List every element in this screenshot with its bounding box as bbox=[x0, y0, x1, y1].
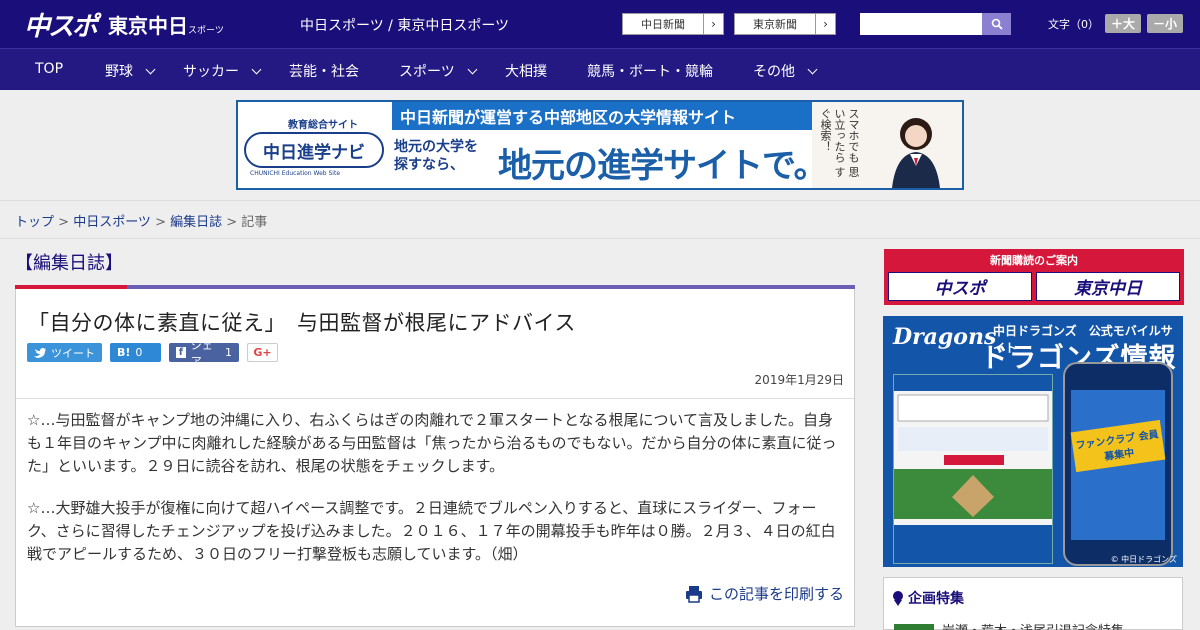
font-size-increase-button[interactable]: ＋大 bbox=[1105, 14, 1142, 33]
logo-sub: 東京中日スポーツ bbox=[108, 13, 224, 38]
banner-sub: 地元の大学を 探すなら、 bbox=[394, 139, 478, 173]
chevron-down-icon bbox=[251, 64, 262, 74]
search-input[interactable] bbox=[860, 13, 982, 35]
banner-strip: 中日新聞が運営する中部地区の大学情報サイト bbox=[392, 102, 812, 130]
dragons-mobile-ad[interactable]: Dragons 中日ドラゴンズ 公式モバイルサイト ドラゴンズ情報 ファンクラブ… bbox=[883, 316, 1183, 567]
facebook-share-button[interactable]: f シェア 1 bbox=[169, 339, 239, 368]
chevron-down-icon bbox=[467, 64, 478, 74]
chevron-down-icon bbox=[145, 64, 156, 74]
subscription-box: 新聞購読のご案内 中スポ 東京中日 bbox=[884, 249, 1184, 305]
font-size-control: 文字（0） ＋大 －小 bbox=[1048, 14, 1184, 33]
search-box bbox=[860, 13, 1011, 35]
scoreboard-image bbox=[894, 375, 1052, 563]
share-buttons: ツイート B! 0 f シェア 1 G+ bbox=[27, 339, 278, 368]
chunichi-shimbun-link[interactable]: 中日新聞 › bbox=[622, 13, 724, 35]
scoreboard-screenshot bbox=[893, 374, 1053, 564]
person-photo bbox=[892, 118, 940, 188]
nav-item-sumo[interactable]: 大相撲 bbox=[505, 61, 547, 81]
breadcrumb: トップ > 中日スポーツ > 編集日誌 > 記事 bbox=[0, 200, 1200, 239]
breadcrumb-current: 記事 bbox=[241, 215, 268, 230]
article-date: 2019年1月29日 bbox=[754, 373, 844, 387]
dragons-copyright: © 中日ドラゴンズ bbox=[1110, 555, 1177, 564]
subscribe-chuspo-button[interactable]: 中スポ bbox=[888, 272, 1032, 301]
facebook-icon: f bbox=[176, 347, 186, 358]
site-header: 中スポ 東京中日スポーツ 中日スポーツ / 東京中日スポーツ 中日新聞 › 東京… bbox=[0, 0, 1200, 48]
feature-header: 企画特集 bbox=[892, 588, 964, 608]
hatena-bookmark-button[interactable]: B! 0 bbox=[110, 343, 161, 362]
banner-brand-logo: 中日進学ナビ bbox=[244, 132, 384, 168]
banner-visual: スマホでも 思い立ったら すぐ検索！ bbox=[812, 102, 962, 188]
feature-box: 企画特集 岩瀬・荒木・浅尾引退記念特集 bbox=[883, 577, 1183, 630]
breadcrumb-link[interactable]: 中日スポーツ bbox=[73, 215, 151, 230]
font-size-decrease-button[interactable]: －小 bbox=[1147, 14, 1184, 33]
breadcrumb-link[interactable]: 編集日誌 bbox=[170, 215, 222, 230]
article: 「自分の体に素直に従え」 与田監督が根尾にアドバイス ツイート B! 0 f シ… bbox=[15, 289, 855, 627]
printer-icon bbox=[685, 585, 702, 603]
article-headline: 「自分の体に素直に従え」 与田監督が根尾にアドバイス bbox=[28, 311, 576, 335]
hatena-count: 0 bbox=[135, 346, 143, 359]
nav-item-racing[interactable]: 競馬・ボート・競輪 bbox=[587, 61, 713, 81]
nav-item-sports[interactable]: スポーツ bbox=[399, 61, 478, 81]
chevron-right-icon: › bbox=[815, 14, 835, 34]
tokyo-shimbun-link[interactable]: 東京新聞 › bbox=[734, 13, 836, 35]
hatena-icon: B! bbox=[117, 346, 131, 359]
nav-item-entertainment[interactable]: 芸能・社会 bbox=[289, 61, 359, 81]
breadcrumb-link[interactable]: トップ bbox=[15, 215, 54, 230]
banner-vertical-text: スマホでも 思い立ったら すぐ検索！ bbox=[819, 108, 860, 178]
nav-item-soccer[interactable]: サッカー bbox=[183, 61, 262, 81]
tweet-button[interactable]: ツイート bbox=[27, 343, 102, 362]
facebook-count: 1 bbox=[225, 346, 232, 359]
chevron-down-icon bbox=[807, 64, 818, 74]
search-icon bbox=[991, 18, 1003, 30]
google-plus-button[interactable]: G+ bbox=[247, 343, 278, 362]
ad-banner[interactable]: 教育総合サイト 中日進学ナビ CHUNICHI Education Web Si… bbox=[236, 100, 964, 190]
subscribe-tokyo-chunichi-button[interactable]: 東京中日 bbox=[1036, 272, 1180, 301]
nav-item-baseball[interactable]: 野球 bbox=[105, 61, 156, 81]
divider bbox=[16, 398, 854, 399]
nav-item-top[interactable]: TOP bbox=[35, 61, 63, 77]
feature-thumbnail bbox=[894, 623, 934, 630]
print-article-link[interactable]: この記事を印刷する bbox=[685, 583, 844, 604]
feature-item[interactable]: 岩瀬・荒木・浅尾引退記念特集 bbox=[894, 620, 1124, 630]
subscription-header: 新聞購読のご案内 bbox=[990, 254, 1078, 267]
chevron-right-icon: › bbox=[703, 14, 723, 34]
font-size-label: 文字（0） bbox=[1048, 17, 1099, 31]
site-logo[interactable]: 中スポ 東京中日スポーツ bbox=[24, 8, 224, 42]
badge-icon bbox=[893, 591, 903, 606]
banner-headline: 地元の進学サイトで。 bbox=[498, 146, 828, 186]
banner-brand: 教育総合サイト 中日進学ナビ CHUNICHI Education Web Si… bbox=[238, 102, 388, 188]
logo-main: 中スポ bbox=[24, 11, 98, 42]
nav-item-other[interactable]: その他 bbox=[753, 61, 818, 81]
article-paragraph: ☆…与田監督がキャンプ地の沖縄に入り、右ふくらはぎの肉離れで２軍スタートとなる根… bbox=[27, 411, 837, 475]
search-button[interactable] bbox=[982, 13, 1011, 35]
section-title: 【編集日誌】 bbox=[15, 253, 123, 274]
article-paragraph: ☆…大野雄大投手が復権に向けて超ハイペース調整です。２日連続でブルペン入りすると… bbox=[27, 499, 836, 563]
main-nav: TOP 野球 サッカー 芸能・社会 スポーツ 大相撲 競馬・ボート・競輪 その他 bbox=[0, 48, 1200, 90]
twitter-icon bbox=[34, 347, 46, 358]
site-name-link[interactable]: 中日スポーツ / 東京中日スポーツ bbox=[300, 15, 509, 35]
